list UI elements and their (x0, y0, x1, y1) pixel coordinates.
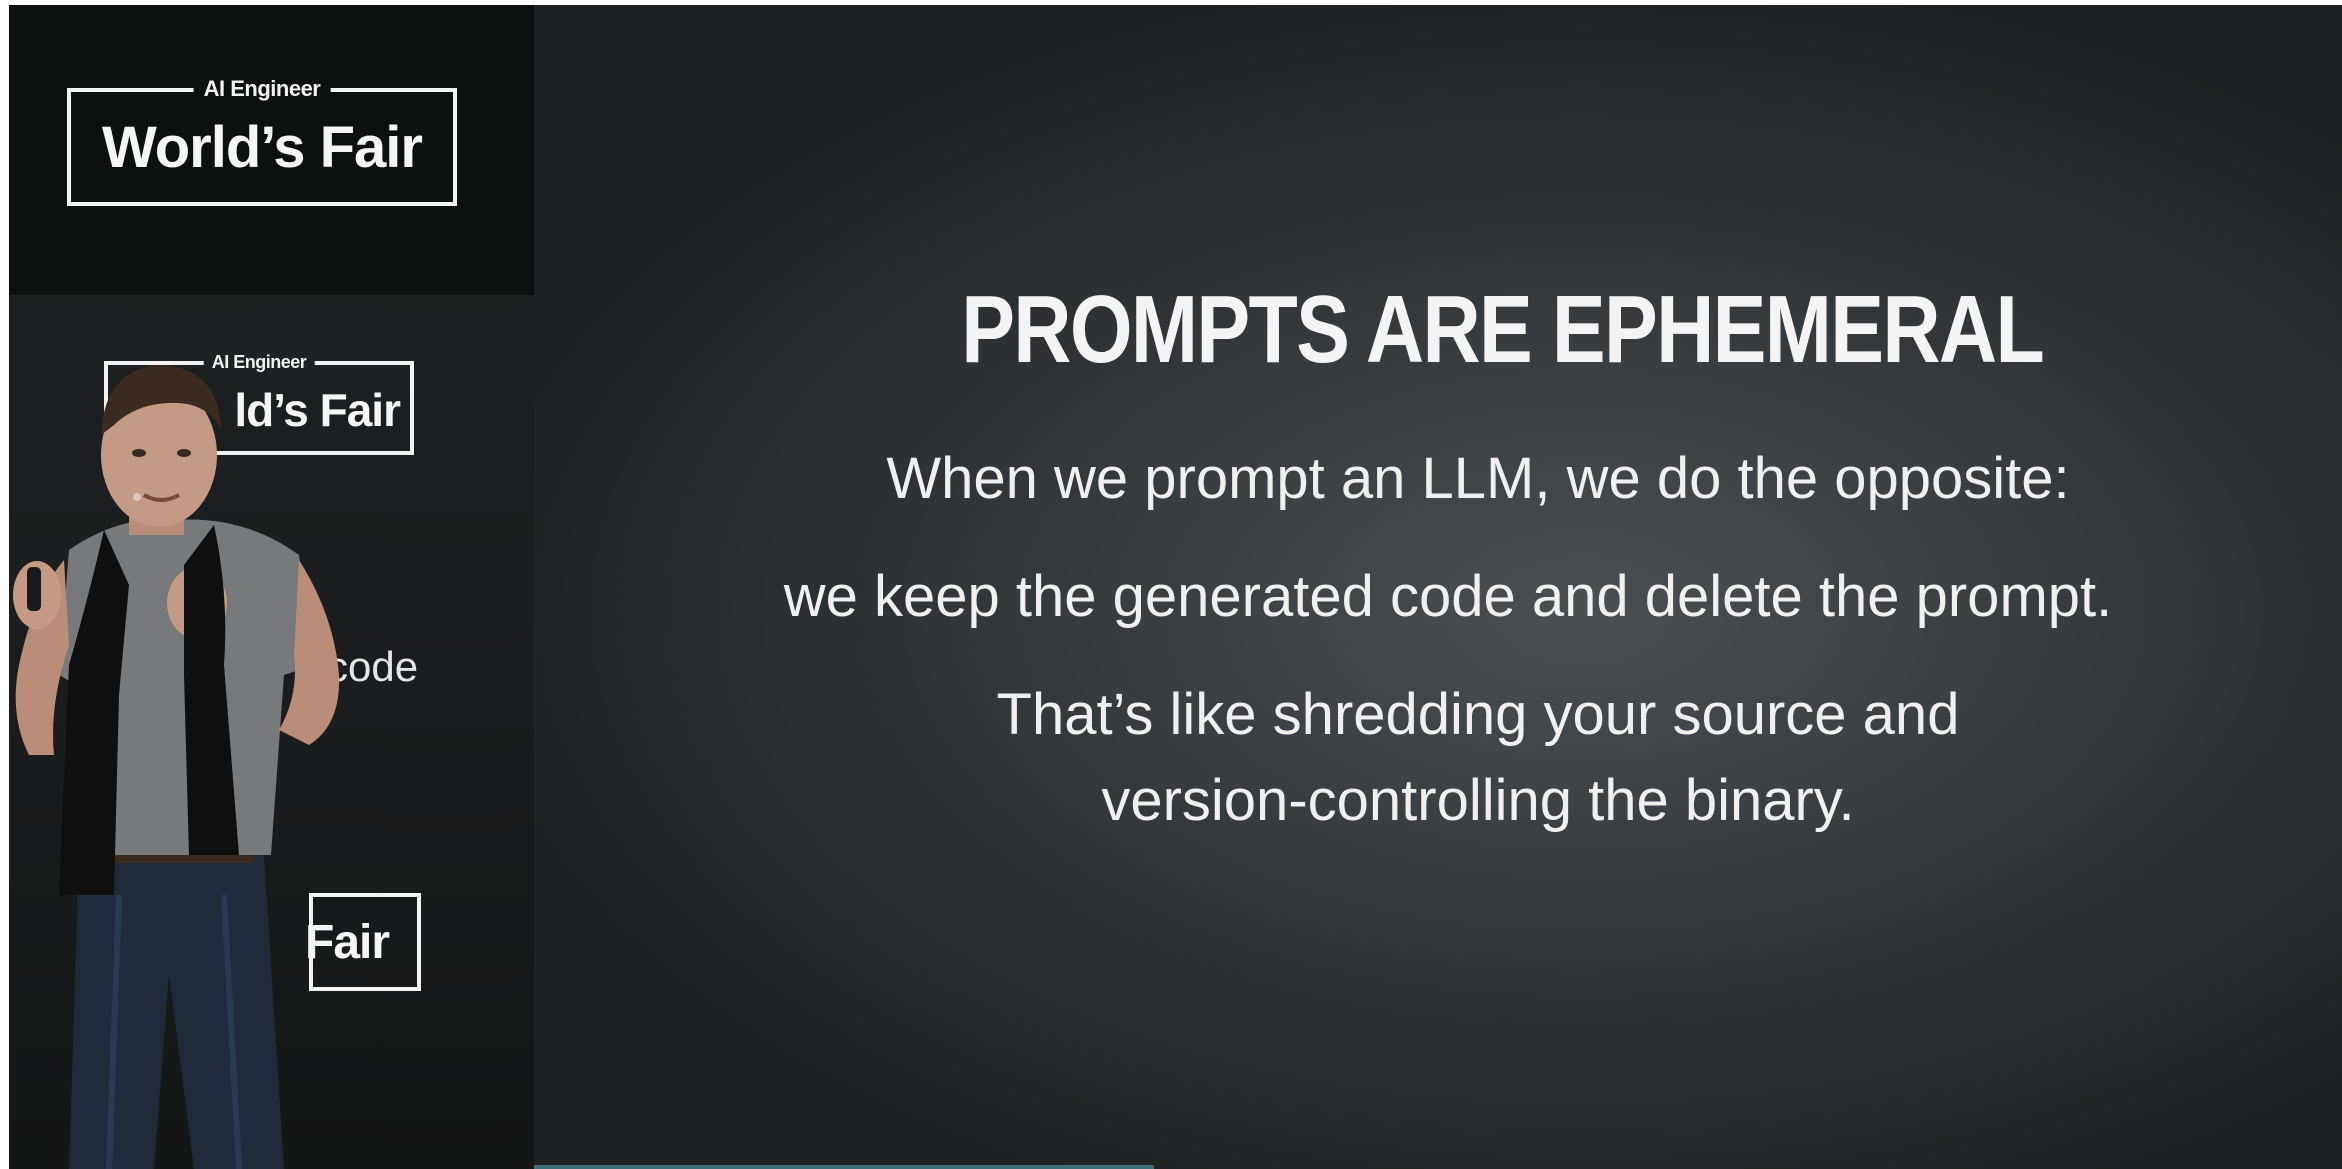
presentation-slide: PROMPTS ARE EPHEMERAL When we prompt an … (534, 5, 2342, 1169)
slide-line-1: When we prompt an LLM, we do the opposit… (886, 446, 2070, 511)
slide-line-2: we keep the generated code and delete th… (783, 564, 2113, 629)
slide-line-3: That’s like shredding your source and (996, 682, 1960, 747)
camera-panel: AI Engineer ld’s Fair code Fair AI Engin… (9, 5, 534, 1169)
slide-title: PROMPTS ARE EPHEMERAL (961, 276, 2045, 383)
video-frame[interactable]: AI Engineer ld’s Fair code Fair AI Engin… (9, 5, 2342, 1169)
worlds-fair-logo: AI Engineer World’s Fair (67, 76, 457, 206)
logo-big-text: World’s Fair (102, 115, 423, 180)
speaker-figure (13, 365, 340, 1169)
slide-line-4: version-controlling the binary. (1101, 768, 1855, 833)
broadcast-logo-overlay: AI Engineer World’s Fair (9, 5, 534, 295)
headset-mic-icon (133, 493, 141, 501)
logo-small-text: AI Engineer (193, 76, 331, 102)
clicker-icon (27, 567, 41, 611)
speaker-jeans (69, 855, 284, 1169)
video-progress-strip[interactable] (534, 1165, 1154, 1169)
screenshot: AI Engineer ld’s Fair code Fair AI Engin… (0, 0, 2342, 1169)
